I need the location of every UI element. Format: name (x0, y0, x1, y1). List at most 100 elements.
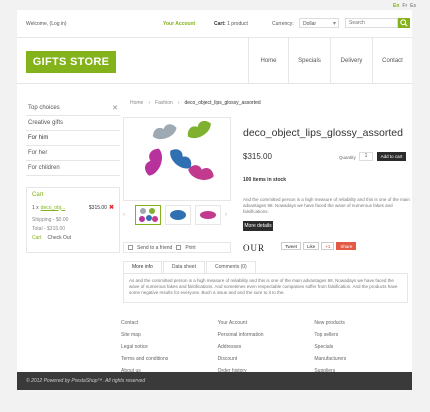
category-label: For him (28, 135, 49, 141)
cart-count: 1 product (227, 21, 248, 27)
cart-link[interactable]: Cart (32, 235, 41, 241)
send-to-friend-checkbox[interactable] (128, 245, 133, 250)
main-nav: Home Specials Delivery Contact (248, 38, 412, 84)
cart-item-price: $315.00 (88, 204, 107, 211)
send-to-friend-link[interactable]: Send to a friend (137, 245, 172, 251)
like-button[interactable]: Like (303, 242, 320, 250)
cart-line-item: 1 x deco_obj... $315.00 ✖ (32, 204, 114, 212)
footer-link[interactable]: Manufacturers (314, 356, 411, 362)
store-logo[interactable]: GIFTS STORE (26, 51, 116, 73)
footer-column: Contact Site map Legal notice Terms and … (121, 320, 218, 380)
chevron-left-icon[interactable]: ‹ (123, 212, 131, 218)
google-plus-button[interactable]: +1 (321, 242, 335, 250)
tab-comments[interactable]: Comments (0) (206, 261, 256, 273)
lips-image (145, 120, 214, 180)
product-actions: Send to a friend Print (123, 242, 231, 253)
nav-specials[interactable]: Specials (288, 38, 330, 84)
search-input[interactable] (345, 18, 398, 28)
footer-link[interactable]: Personal information (218, 332, 315, 338)
footer-link[interactable]: Addresses (218, 344, 315, 350)
print-link[interactable]: Print (185, 245, 195, 251)
cart-item-link[interactable]: deco_obj... (41, 205, 65, 211)
chevron-right-icon[interactable]: › (225, 212, 233, 218)
breadcrumb-category[interactable]: Fashion (155, 100, 173, 106)
add-to-cart-button[interactable]: Add to cart (377, 152, 406, 161)
account-link[interactable]: Your Account (163, 21, 195, 27)
currency-select[interactable]: Dollar (299, 18, 339, 28)
tab-panel-content: As and the committed person is a high me… (123, 273, 408, 303)
footer-link[interactable]: Legal notice (121, 344, 218, 350)
header: GIFTS STORE Home Specials Delivery Conta… (17, 38, 412, 84)
zoom-preview-text: OUR (243, 243, 266, 253)
cart-summary[interactable]: Cart: 1 product (214, 21, 248, 27)
cart-block-title[interactable]: Cart (32, 192, 114, 198)
welcome-text[interactable]: Welcome, (Log in) (26, 21, 66, 27)
thumbnail-image (200, 211, 216, 219)
breadcrumb-current: deco_object_lips_glossy_assorted (184, 100, 261, 106)
footer-links: Contact Site map Legal notice Terms and … (121, 320, 411, 380)
nav-home[interactable]: Home (248, 38, 288, 84)
category-sidebar: Top choices ✕ Creative gifts For him For … (26, 101, 120, 176)
tab-more-info[interactable]: More info (123, 261, 162, 273)
lang-fr[interactable]: Fr (402, 3, 407, 9)
thumbnail[interactable] (195, 205, 221, 225)
product-short-description: And the committed person is a high measu… (243, 197, 410, 214)
breadcrumb-home[interactable]: Home (130, 100, 143, 106)
language-switcher: En Fr Es (393, 3, 416, 9)
tweet-button[interactable]: Tweet (281, 242, 302, 250)
cart-label: Cart: (214, 21, 226, 27)
category-label: Top choices (28, 105, 60, 111)
footer-link[interactable]: Specials (314, 344, 411, 350)
print-checkbox[interactable] (176, 245, 182, 250)
category-item[interactable]: Creative gifts (26, 116, 120, 131)
product-price: $315.00 (243, 152, 272, 161)
category-item[interactable]: For her (26, 146, 120, 161)
quantity-label: Quantity (339, 155, 356, 160)
category-item[interactable]: For him (26, 131, 120, 146)
breadcrumb-separator: › (148, 100, 151, 106)
footer-link[interactable]: Top sellers (314, 332, 411, 338)
thumbnail[interactable] (135, 205, 161, 225)
breadcrumb: Home › Fashion › deco_object_lips_glossy… (130, 100, 261, 106)
stock-status: 100 items in stock (243, 177, 287, 183)
search-icon (400, 19, 408, 27)
footer-link[interactable]: Contact (121, 320, 218, 326)
breadcrumb-separator: › (177, 100, 180, 106)
thumbnail-image (170, 210, 186, 220)
remove-icon[interactable]: ✖ (109, 204, 114, 211)
footer-link[interactable]: New products (314, 320, 411, 326)
product-title: deco_object_lips_glossy_assorted (243, 127, 403, 139)
checkout-link[interactable]: Check Out (47, 235, 71, 241)
footer-link[interactable]: Site map (121, 332, 218, 338)
cart-block: Cart 1 x deco_obj... $315.00 ✖ Shipping … (26, 187, 120, 253)
category-item[interactable]: For children (26, 161, 120, 176)
footer-link[interactable]: Terms and conditions (121, 356, 218, 362)
currency-label: Currency: (272, 21, 294, 27)
nav-contact[interactable]: Contact (372, 38, 412, 84)
close-icon[interactable]: ✕ (112, 104, 118, 112)
category-item[interactable]: Top choices ✕ (26, 101, 120, 116)
footer-link[interactable]: Discount (218, 356, 315, 362)
thumbnail[interactable] (165, 205, 191, 225)
footer-link[interactable]: Your Account (218, 320, 315, 326)
copyright-bar: © 2012 Powered by PrestaShop™. All right… (17, 372, 412, 390)
page-container: Welcome, (Log in) Your Account Cart: 1 p… (17, 10, 412, 374)
lang-es[interactable]: Es (410, 3, 416, 9)
more-details-button[interactable]: More details (243, 221, 273, 231)
category-label: For her (28, 150, 48, 156)
category-label: For children (28, 165, 60, 171)
quantity-input[interactable]: 1 (359, 152, 373, 161)
product-tabs: More info Data sheet Comments (0) (123, 261, 257, 273)
search-button[interactable] (398, 18, 410, 28)
thumbnail-strip: ‹ › (123, 205, 233, 225)
footer-column: Your Account Personal information Addres… (218, 320, 315, 380)
footer-column: New products Top sellers Specials Manufa… (314, 320, 411, 380)
product-main-image[interactable] (123, 117, 231, 201)
category-label: Creative gifts (28, 120, 64, 126)
tab-data-sheet[interactable]: Data sheet (162, 261, 206, 273)
share-button[interactable]: Share (336, 242, 357, 250)
lang-en[interactable]: En (393, 3, 399, 9)
nav-delivery[interactable]: Delivery (330, 38, 372, 84)
thumbnail-image (139, 208, 158, 222)
cart-shipping: Shipping - $0.00 (32, 217, 69, 223)
